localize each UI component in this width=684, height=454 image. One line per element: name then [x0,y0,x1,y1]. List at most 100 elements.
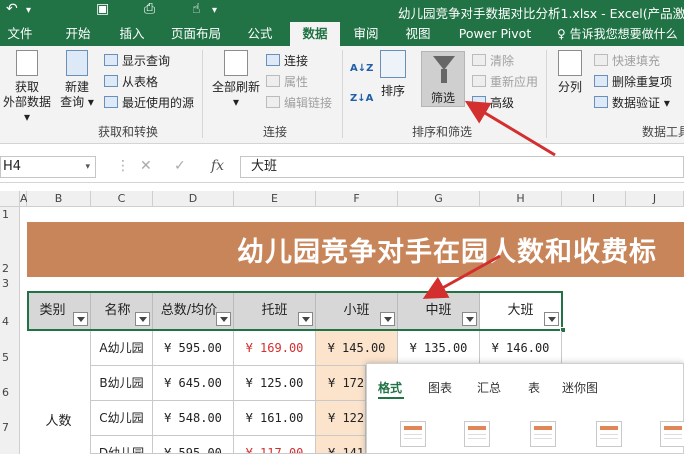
column-header-b[interactable]: B [27,191,91,207]
cancel-icon[interactable]: ✕ [140,158,152,174]
filter-dropdown-icon[interactable] [216,312,231,326]
remove-duplicates-button[interactable]: 删除重复项 [594,73,672,91]
quick-analysis-tab-format[interactable]: 格式 [378,379,402,396]
table-cell-xiaoban[interactable]: ¥ 172 [316,366,366,401]
print-preview-icon[interactable]: ⎙ [144,1,155,17]
column-header-d[interactable]: D [153,191,234,207]
sort-z-a-button[interactable]: Z↓A [350,90,373,108]
row-header-1[interactable]: 1 [0,207,20,222]
select-all-corner[interactable] [0,191,20,207]
tab-home[interactable]: 开始 [56,22,100,46]
table-cell-total[interactable]: ¥ 595.00 [153,331,234,366]
header-cell-daban[interactable]: 大班 [480,291,562,331]
tab-data[interactable]: 数据 [290,22,340,46]
quick-analysis-tab-totals[interactable]: 汇总 [477,379,501,396]
table-cell-xiaoban[interactable]: ¥ 141 [316,436,366,454]
table-cell-total[interactable]: ¥ 645.00 [153,366,234,401]
filter-dropdown-icon[interactable] [380,312,395,326]
tab-view[interactable]: 视图 [396,22,440,46]
header-cell-zhongban[interactable]: 中班 [398,291,480,331]
name-box-dropdown-icon[interactable]: ▾ [85,157,90,177]
header-cell-name[interactable]: 名称 [91,291,153,331]
filter-dropdown-icon[interactable] [73,312,88,326]
table-cell-name[interactable]: C幼儿园 [91,401,153,436]
name-box[interactable]: H4 ▾ [0,156,96,178]
tab-insert[interactable]: 插入 [110,22,154,46]
touch-mode-icon[interactable]: ☝ [192,1,201,17]
refresh-all-button[interactable]: 全部刷新 ▾ [210,50,262,110]
text-to-columns-button[interactable]: 分列 [552,50,588,95]
formula-input[interactable]: 大班 [240,156,684,178]
column-header-f[interactable]: F [316,191,398,207]
data-validation-button[interactable]: 数据验证 ▾ [594,94,670,112]
from-table-button[interactable]: 从表格 [104,73,158,91]
column-header-i[interactable]: I [562,191,626,207]
greater-than-icon[interactable] [596,421,622,447]
save-icon[interactable]: ▣ [96,1,109,17]
data-bars-icon[interactable] [400,421,426,447]
table-cell-total[interactable]: ¥ 548.00 [153,401,234,436]
header-cell-total[interactable]: 总数/均价 [153,291,234,331]
filter-dropdown-icon[interactable] [298,312,313,326]
qat-dropdown-icon[interactable]: ▾ [212,5,217,16]
top-ten-icon[interactable] [660,421,684,447]
enter-icon[interactable]: ✓ [174,158,186,174]
table-cell-tuoban[interactable]: ¥ 117.00 [234,436,316,454]
filter-dropdown-icon[interactable] [544,312,559,326]
filter-dropdown-icon[interactable] [462,312,477,326]
column-header-a[interactable]: A [20,191,28,207]
table-cell-name[interactable]: A幼儿园 [91,331,153,366]
quick-analysis-tab-charts[interactable]: 图表 [428,379,452,396]
filter-dropdown-icon[interactable] [135,312,150,326]
properties-button[interactable]: 属性 [266,73,308,91]
column-header-j[interactable]: J [626,191,684,207]
column-header-g[interactable]: G [398,191,480,207]
table-cell-name[interactable]: D幼儿园 [91,436,153,454]
tab-file[interactable]: 文件 [0,22,40,46]
quick-analysis-tab-tables[interactable]: 表 [528,379,540,396]
undo-icon[interactable]: ↶ [6,1,18,17]
tab-power-pivot[interactable]: Power Pivot [452,22,538,46]
sort-button[interactable]: 排序 [376,50,410,99]
undo-dropdown-icon[interactable]: ▾ [26,5,31,16]
column-header-c[interactable]: C [91,191,153,207]
tab-review[interactable]: 审阅 [344,22,388,46]
reapply-button[interactable]: 重新应用 [472,73,538,91]
table-cell-xiaoban[interactable]: ¥ 145.00 [316,331,398,366]
new-query-button[interactable]: 新建 查询 ▾ [58,50,96,110]
table-cell-daban[interactable]: ¥ 146.00 [480,331,562,366]
recent-sources-button[interactable]: 最近使用的源 [104,94,194,112]
table-cell-xiaoban[interactable]: ¥ 122 [316,401,366,436]
tab-formulas[interactable]: 公式 [238,22,282,46]
tell-me-search[interactable]: ♀ 告诉我您想要做什么 [557,22,678,46]
header-cell-category[interactable]: 类别 [27,291,91,331]
table-cell-name[interactable]: B幼儿园 [91,366,153,401]
row-header-5[interactable]: 5 [0,331,20,366]
show-query-button[interactable]: 显示查询 [104,52,170,70]
table-cell-tuoban[interactable]: ¥ 161.00 [234,401,316,436]
clear-filter-button[interactable]: 清除 [472,52,514,70]
table-cell-total[interactable]: ¥ 595.00 [153,436,234,454]
row-header-7[interactable]: 7 [0,401,20,454]
row-header-3[interactable]: 3 [0,277,20,291]
advanced-filter-button[interactable]: 高级 [472,94,514,112]
edit-links-button[interactable]: 编辑链接 [266,94,332,112]
table-cell-tuoban[interactable]: ¥ 125.00 [234,366,316,401]
header-cell-tuoban[interactable]: 托班 [234,291,316,331]
table-cell-zhongban[interactable]: ¥ 135.00 [398,331,480,366]
category-cell[interactable]: 人数 [27,331,91,454]
insert-function-icon[interactable]: fx [211,158,224,174]
quick-analysis-tab-sparklines[interactable]: 迷你图 [562,379,598,396]
column-header-h[interactable]: H [480,191,562,207]
column-header-e[interactable]: E [234,191,316,207]
tab-page-layout[interactable]: 页面布局 [164,22,228,46]
row-header-6[interactable]: 6 [0,366,20,401]
connections-button[interactable]: 连接 [266,52,308,70]
icon-set-icon[interactable] [530,421,556,447]
row-header-4[interactable]: 4 [0,291,20,331]
sort-a-z-button[interactable]: A↓Z [350,60,373,78]
header-cell-xiaoban[interactable]: 小班 [316,291,398,331]
table-cell-tuoban[interactable]: ¥ 169.00 [234,331,316,366]
get-external-data-button[interactable]: 获取 外部数据 ▾ [2,50,52,125]
row-header-2[interactable]: 2 [0,222,20,277]
